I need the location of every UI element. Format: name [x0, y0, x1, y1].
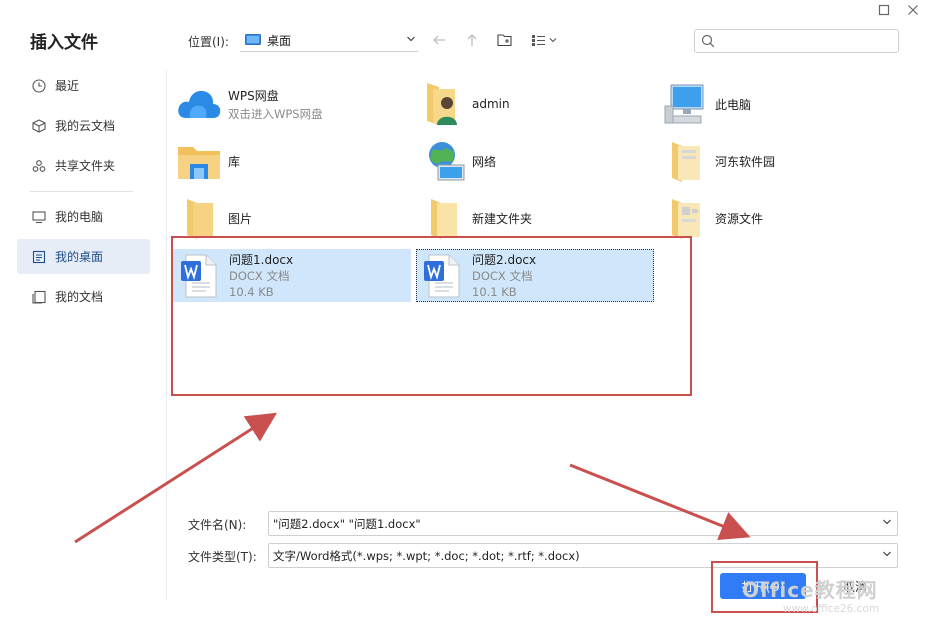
annotation-arrow-right [569, 463, 751, 541]
annotation-arrows [74, 412, 751, 544]
watermark-url: www.office26.com [783, 603, 880, 615]
watermark-text: Office教程网 [742, 578, 878, 602]
annotation-arrow-left [74, 412, 278, 544]
